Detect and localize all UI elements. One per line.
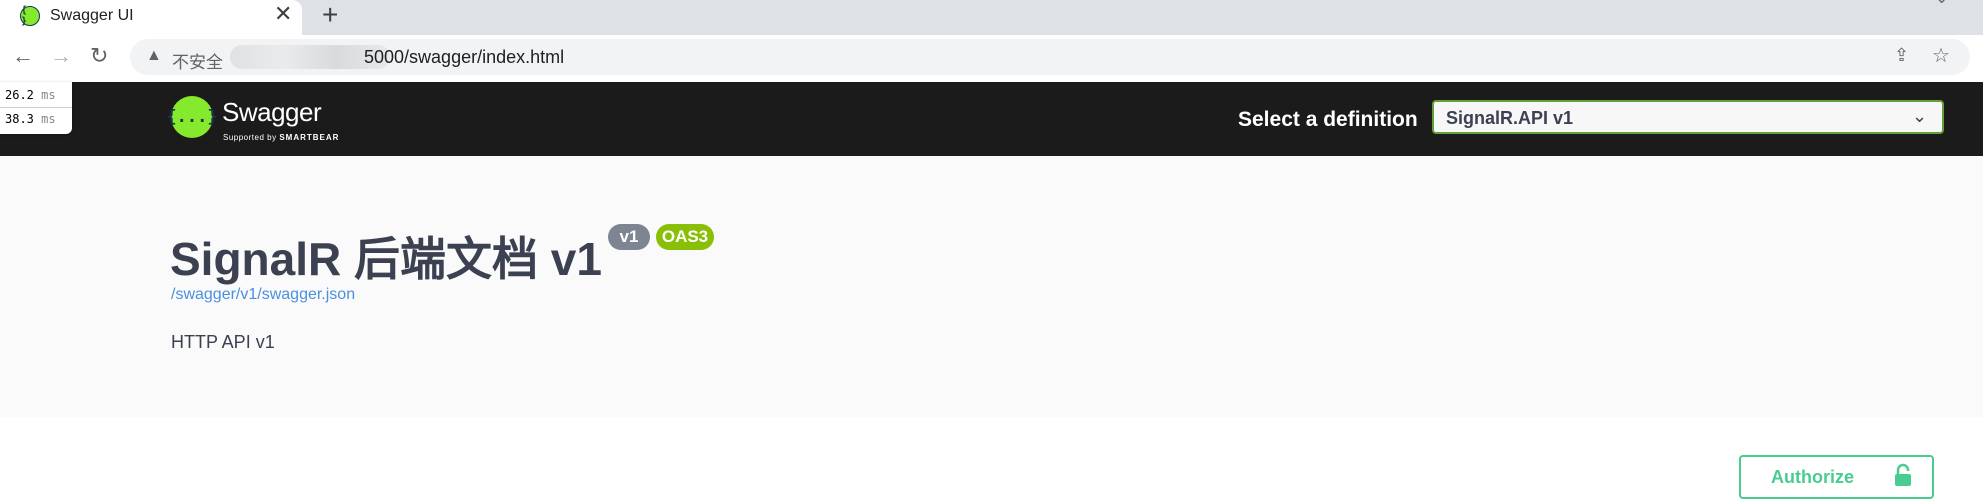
insecure-label[interactable]: 不安全 (172, 48, 223, 73)
definition-select[interactable]: SignalR.API v1 ⌄ (1432, 100, 1944, 134)
selected-definition: SignalR.API v1 (1446, 108, 1574, 128)
forward-arrow-icon[interactable]: → (50, 43, 72, 69)
star-icon[interactable]: ☆ (1932, 43, 1950, 68)
browser-tab-strip: { } Swagger UI ✕ + ⌄ (0, 0, 1983, 35)
swagger-topbar: {...} Swagger Supported by SMARTBEAR Sel… (0, 82, 1983, 156)
api-description: HTTP API v1 (171, 332, 275, 352)
close-icon[interactable]: ✕ (274, 3, 292, 25)
version-badge: v1 (608, 224, 650, 250)
chevron-down-icon: ⌄ (1912, 106, 1928, 126)
authorize-label: Authorize (1771, 467, 1854, 487)
back-arrow-icon[interactable]: ← (12, 43, 34, 69)
select-definition-label: Select a definition (1238, 108, 1418, 131)
api-info-section: SignalR 后端文档 v1 v1 OAS3 /swagger/v1/swag… (0, 156, 1983, 417)
plus-icon[interactable]: + (322, 0, 338, 30)
perf-row: 26.2 ms (5, 88, 56, 102)
reload-icon[interactable]: ↻ (90, 43, 108, 69)
swagger-logo-text[interactable]: Swagger (222, 97, 322, 128)
perf-divider (0, 107, 72, 108)
chevron-down-icon[interactable]: ⌄ (1935, 0, 1948, 8)
swagger-json-link[interactable]: /swagger/v1/swagger.json (171, 286, 355, 304)
api-title: SignalR 后端文档 v1 (170, 233, 602, 285)
browser-tab[interactable]: { } Swagger UI ✕ (0, 0, 302, 35)
swagger-favicon-icon: { } (20, 5, 40, 27)
perf-row: 38.3 ms (5, 112, 56, 126)
lock-icon (1895, 463, 1911, 486)
address-bar[interactable]: ▲ 不安全 5000/swagger/index.html ⇪ ☆ (130, 39, 1970, 75)
share-icon[interactable]: ⇪ (1894, 45, 1909, 66)
swagger-logo-icon[interactable]: {...} (166, 96, 218, 138)
warning-icon[interactable]: ▲ (146, 47, 162, 65)
performance-widget: 26.2 ms 38.3 ms (0, 82, 72, 134)
url-text[interactable]: 5000/swagger/index.html (364, 47, 564, 68)
authorize-button[interactable]: Authorize (1739, 455, 1934, 499)
tab-title: Swagger UI (50, 7, 134, 24)
oas-badge: OAS3 (656, 224, 714, 250)
logo-subtitle: Supported by SMARTBEAR (223, 133, 340, 142)
browser-toolbar: ← → ↻ ▲ 不安全 5000/swagger/index.html ⇪ ☆ (0, 35, 1983, 82)
